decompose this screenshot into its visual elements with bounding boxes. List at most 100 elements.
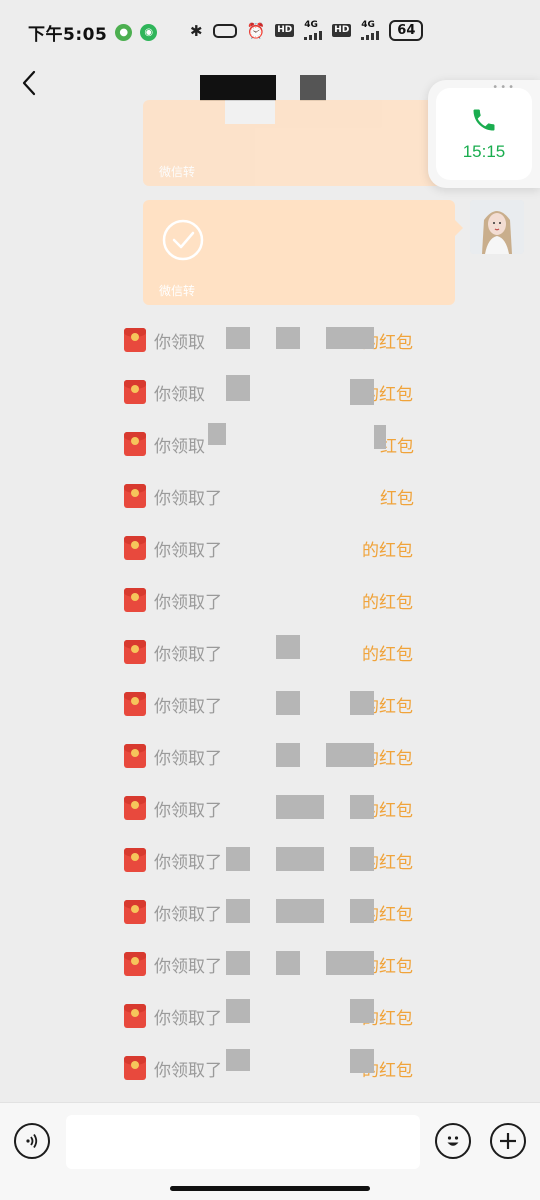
red-packet-message: 你领取 的红包 <box>124 327 424 353</box>
redaction-block <box>276 327 300 349</box>
avatar[interactable] <box>470 200 524 254</box>
redaction-block <box>350 1049 374 1073</box>
call-duration: 15:15 <box>462 142 506 161</box>
red-packet-icon <box>124 900 146 924</box>
red-packet-text: 你领取了 <box>154 1060 222 1081</box>
red-packet-icon <box>124 848 146 872</box>
message-input[interactable] <box>66 1115 420 1169</box>
red-packet-message: 你领取了 的红包 <box>124 795 424 821</box>
red-packet-text: 你领取了 <box>154 592 222 613</box>
signal-icon-1 <box>304 30 323 40</box>
red-packet-text: 你领取了 <box>154 956 222 977</box>
emoji-button[interactable] <box>435 1123 471 1159</box>
status-time: 下午5:05 <box>28 24 108 45</box>
network-type-2: 4G <box>361 20 375 30</box>
floating-call-window[interactable]: ••• 15:15 <box>428 80 540 188</box>
red-packet-link[interactable]: 的红包 <box>362 588 413 613</box>
red-packet-text: 你领取 <box>154 436 205 457</box>
redaction-block <box>276 899 324 923</box>
red-packet-link[interactable]: 的红包 <box>362 536 413 561</box>
red-packet-link[interactable]: 的红包 <box>362 640 413 665</box>
redaction-block <box>350 795 374 819</box>
red-packet-icon <box>124 692 146 716</box>
red-packet-text: 你领取 <box>154 332 205 353</box>
red-packet-message: 你领取了 的红包 <box>124 639 424 665</box>
status-indicators: ✱ ⏰ HD 4G HD 4G 64 <box>190 20 424 41</box>
red-packet-icon <box>124 588 146 612</box>
redaction-block <box>350 847 374 871</box>
transfer-message[interactable]: 微信转 <box>143 200 463 305</box>
red-packet-message: 你领取了 的红包 <box>124 743 424 769</box>
home-indicator <box>170 1186 370 1191</box>
red-packet-text: 你领取 <box>154 384 205 405</box>
redaction-block <box>276 743 300 767</box>
wechat-notification-icon: ◉ <box>140 23 158 41</box>
call-window-card: 15:15 <box>436 88 532 180</box>
redaction-block <box>225 100 275 124</box>
redaction-block <box>326 951 374 975</box>
signal-group-2: 4G <box>361 20 380 40</box>
transfer-note: 微信转 <box>159 165 196 179</box>
red-packet-message: 你领取了 的红包 <box>124 535 424 561</box>
alarm-icon: ⏰ <box>246 21 266 40</box>
red-packet-icon <box>124 952 146 976</box>
redaction-block <box>350 691 374 715</box>
red-packet-message: 你领取了 的红包 <box>124 951 424 977</box>
red-packet-icon <box>124 484 146 508</box>
redaction-block <box>276 847 324 871</box>
red-packet-icon <box>124 1004 146 1028</box>
red-packet-icon <box>124 744 146 768</box>
plus-icon <box>500 1133 516 1149</box>
red-packet-text: 你领取了 <box>154 904 222 925</box>
red-packet-icon <box>124 380 146 404</box>
red-packet-icon <box>124 328 146 352</box>
red-packet-text: 你领取了 <box>154 800 222 821</box>
redaction-block <box>226 999 250 1023</box>
red-packet-link[interactable]: 红包 <box>380 484 414 509</box>
network-type-1: 4G <box>304 20 318 30</box>
voice-button[interactable] <box>14 1123 50 1159</box>
chat-title-redacted-2 <box>300 75 326 101</box>
back-button[interactable] <box>14 66 44 100</box>
redaction-block <box>276 635 300 659</box>
hd-badge-2: HD <box>332 24 352 37</box>
red-packet-icon <box>124 796 146 820</box>
plus-button[interactable] <box>490 1123 526 1159</box>
redaction-block <box>350 999 374 1023</box>
red-packet-icon <box>124 432 146 456</box>
redaction-block <box>208 423 226 445</box>
red-packet-icon <box>124 640 146 664</box>
transfer-message[interactable]: 微信转 <box>143 100 455 186</box>
signal-icon-2 <box>361 30 380 40</box>
red-packet-message: 你领取了 的红包 <box>124 691 424 717</box>
red-packet-message: 你领取了 的红包 <box>124 1003 424 1029</box>
chevron-left-icon <box>22 70 36 96</box>
redaction-block <box>276 951 300 975</box>
bubble-arrow <box>455 220 463 236</box>
red-packet-text: 你领取了 <box>154 540 222 561</box>
hd-badge-1: HD <box>275 24 295 37</box>
red-packet-icon <box>124 1056 146 1080</box>
red-packet-message: 你领取了 红包 <box>124 483 424 509</box>
red-packet-message: 你领取了 的红包 <box>124 847 424 873</box>
chat-title-redacted <box>200 75 276 101</box>
phone-icon <box>473 109 495 131</box>
red-packet-icon <box>124 536 146 560</box>
redaction-block <box>226 1049 250 1071</box>
red-packet-text: 你领取了 <box>154 644 222 665</box>
red-packet-text: 你领取了 <box>154 748 222 769</box>
redaction-block <box>374 425 386 449</box>
redaction-block <box>226 327 250 349</box>
red-packet-text: 你领取了 <box>154 488 222 509</box>
check-circle-icon <box>162 219 204 261</box>
redaction-block <box>276 691 300 715</box>
redaction-block <box>350 379 374 405</box>
signal-group-1: 4G <box>304 20 323 40</box>
battery-level: 64 <box>389 20 424 41</box>
redaction-block <box>350 899 374 923</box>
redaction-block <box>226 847 250 871</box>
bluetooth-icon: ✱ <box>190 21 203 40</box>
red-packet-message: 你领取了 的红包 <box>124 1055 424 1081</box>
red-packet-message: 你领取了 的红包 <box>124 899 424 925</box>
voice-icon <box>26 1133 38 1149</box>
